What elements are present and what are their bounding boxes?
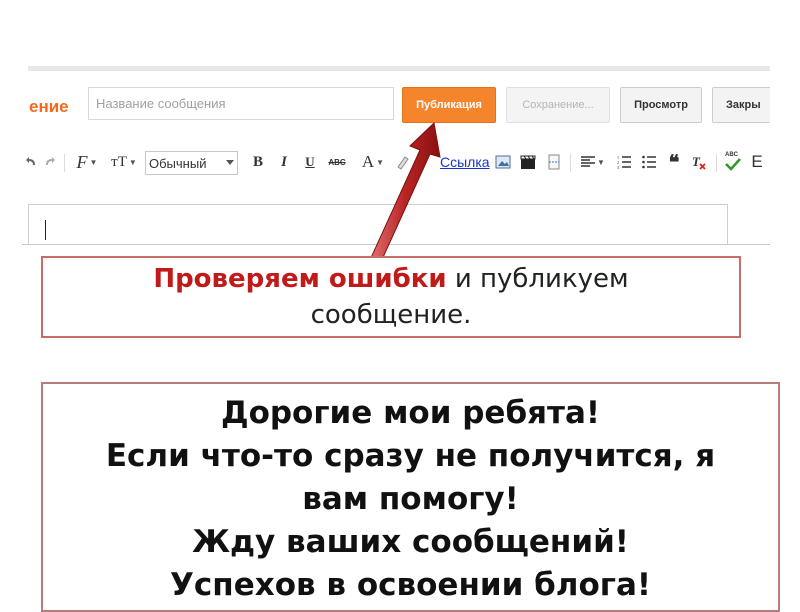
paragraph-style-value: Обычный [149, 155, 207, 171]
editor-toolbar: F▼ тT▼ Обычный B I U ABC A▼ Ссылка ▼ [22, 146, 770, 178]
message-line: Успехов в освоении блога! [170, 567, 651, 603]
farewell-message: Дорогие мои ребята! Если что-то сразу не… [41, 382, 780, 612]
undo-icon[interactable] [24, 150, 38, 174]
toolbar-separator [64, 154, 65, 172]
highlighter-icon [397, 156, 409, 170]
underline-button[interactable]: U [300, 150, 320, 174]
toolbar-separator [716, 154, 717, 172]
page-title-fragment: ение [29, 97, 69, 116]
remove-formatting-button[interactable]: T [688, 150, 710, 174]
font-family-button[interactable]: F ▼ [72, 150, 102, 174]
message-line: вам помогу! [302, 481, 519, 517]
chevron-down-icon: ▼ [376, 157, 385, 167]
bold-button[interactable]: B [248, 150, 268, 174]
text-color-button[interactable]: A ▼ [358, 150, 388, 174]
chevron-down-icon [226, 160, 234, 165]
instruction-callout: Проверяем ошибки и публикуем сообщение. [41, 256, 741, 338]
insert-video-button[interactable] [518, 150, 538, 174]
chevron-down-icon: ▼ [597, 157, 605, 167]
callout-text-rest: и публикуем [446, 264, 629, 294]
message-line: Жду ваших сообщений! [192, 524, 629, 560]
strikethrough-button[interactable]: ABC [325, 150, 349, 174]
svg-text:3: 3 [617, 165, 619, 169]
highlight-color-button[interactable] [392, 150, 414, 174]
bulleted-list-button[interactable] [639, 150, 659, 174]
page-break-icon [548, 154, 560, 170]
toolbar-separator [570, 154, 571, 172]
insert-image-button[interactable] [493, 150, 513, 174]
svg-text:T: T [692, 154, 701, 169]
bulleted-list-icon [642, 155, 656, 169]
chevron-down-icon: ▼ [89, 157, 98, 167]
link-button[interactable]: Ссылка [440, 154, 490, 170]
align-left-icon [581, 156, 596, 167]
publish-button[interactable]: Публикация [402, 87, 496, 123]
more-options-button[interactable]: E [750, 150, 764, 174]
post-title-input[interactable] [88, 87, 394, 120]
numbered-list-icon: 123 [617, 155, 631, 169]
font-icon: F [76, 151, 88, 172]
font-size-button[interactable]: тT ▼ [108, 150, 140, 174]
video-icon [520, 155, 536, 169]
chevron-down-icon: ▼ [128, 157, 137, 167]
image-icon [495, 155, 511, 169]
callout-text: Проверяем ошибки и публикуем сообщение. [153, 261, 628, 333]
callout-text-line2: сообщение. [310, 300, 472, 330]
text-caret [45, 220, 46, 240]
quote-button[interactable]: ❝ [664, 150, 684, 174]
callout-highlight: Проверяем ошибки [153, 264, 447, 294]
text-color-icon: A [361, 152, 375, 171]
close-button[interactable]: Закры [712, 87, 770, 123]
font-size-icon: тT [111, 153, 127, 170]
numbered-list-button[interactable]: 123 [614, 150, 634, 174]
insert-jump-break-button[interactable] [544, 150, 564, 174]
italic-button[interactable]: I [274, 150, 294, 174]
post-header: ение Публикация Сохранение... Просмотр З… [22, 82, 770, 132]
message-line: Если что-то сразу не получится, я [105, 438, 716, 474]
alignment-button[interactable]: ▼ [578, 150, 608, 174]
preview-button[interactable]: Просмотр [620, 87, 702, 123]
message-line: Дорогие мои ребята! [220, 395, 601, 431]
blogger-editor-screenshot: ение Публикация Сохранение... Просмотр З… [22, 66, 770, 246]
remove-formatting-icon: T [692, 154, 706, 170]
post-body-editor[interactable] [28, 204, 728, 244]
spell-check-icon: ABC [724, 152, 742, 172]
bottom-divider [22, 244, 770, 245]
top-divider [28, 66, 770, 71]
redo-icon[interactable] [42, 150, 58, 174]
paragraph-style-select[interactable]: Обычный [145, 151, 238, 175]
save-button[interactable]: Сохранение... [506, 87, 610, 123]
spell-check-button[interactable]: ABC [722, 150, 744, 174]
